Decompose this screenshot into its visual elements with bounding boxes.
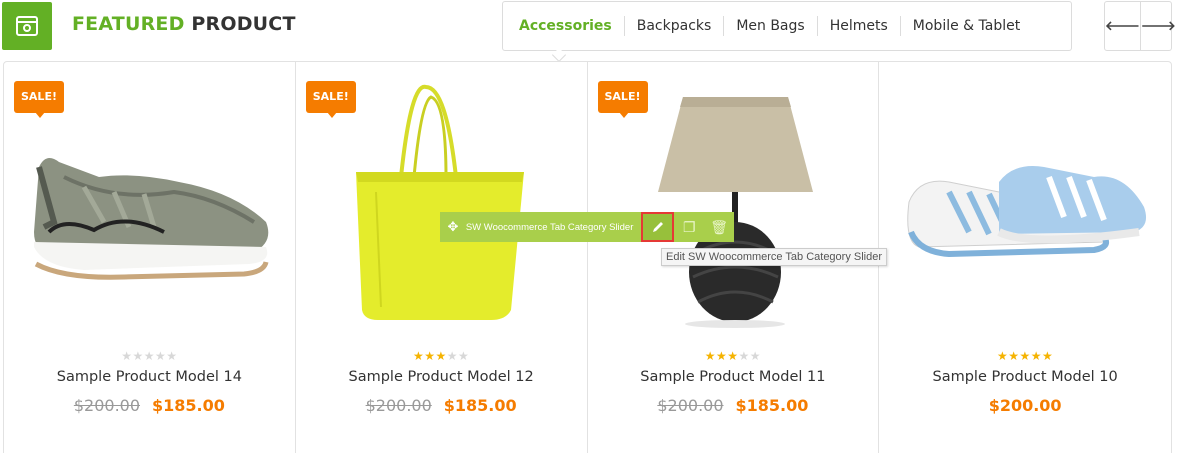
browser-window-icon (2, 2, 52, 50)
tab-men-bags[interactable]: Men Bags (723, 16, 816, 36)
trash-icon[interactable]: 🗑 (704, 219, 734, 236)
product-image-sneakers[interactable] (879, 82, 1171, 332)
old-price: $200.00 (73, 396, 141, 415)
arrow-right-icon[interactable]: 🡒 (1141, 2, 1176, 50)
old-price: $200.00 (365, 396, 432, 415)
product-name[interactable]: Sample Product Model 12 (296, 369, 587, 385)
sale-price: $185.00 (443, 396, 517, 415)
edit-pencil-icon[interactable] (640, 212, 675, 242)
title-highlight: FEATURED (72, 13, 185, 35)
product-price: $200.00 $185.00 (4, 396, 295, 415)
sale-badge: SALE! (597, 81, 648, 118)
product-price: $200.00 $185.00 (296, 396, 587, 415)
rating-stars: ★★★★★ (996, 349, 1054, 363)
element-label[interactable]: SW Woocommerce Tab Category Slider (466, 222, 641, 233)
sale-badge: SALE! (14, 81, 64, 118)
tab-backpacks[interactable]: Backpacks (623, 16, 724, 36)
tab-accessories[interactable]: Accessories (507, 16, 624, 36)
product-price: $200.00 (879, 396, 1171, 415)
product-card[interactable]: ★★★★★ Sample Product Model 14 $200.00 $18… (4, 62, 296, 453)
price: $200.00 (988, 396, 1062, 415)
element-edit-toolbar: ✥ SW Woocommerce Tab Category Slider ❐ 🗑 (440, 212, 734, 242)
product-card[interactable]: ★★★★★ Sample Product Model 12 $200.00 $18… (296, 62, 588, 453)
product-grid: ★★★★★ Sample Product Model 14 $200.00 $18… (3, 61, 1172, 453)
sale-price: $185.00 (152, 396, 225, 415)
clone-icon[interactable]: ❐ (674, 219, 704, 236)
product-name[interactable]: Sample Product Model 14 (4, 369, 295, 385)
title-rest: PRODUCT (191, 13, 296, 35)
product-image-lamp[interactable] (588, 82, 880, 332)
tab-helmets[interactable]: Helmets (816, 16, 900, 36)
product-name[interactable]: Sample Product Model 10 (879, 369, 1171, 385)
section-title: FEATURED PRODUCT (72, 13, 296, 35)
rating-stars: ★★★★★ (121, 349, 178, 363)
product-card[interactable]: ★★★★★ Sample Product Model 10 $200.00 (879, 62, 1171, 453)
sale-badge: SALE! (305, 81, 356, 118)
tab-mobile-tablet[interactable]: Mobile & Tablet (899, 16, 1032, 36)
arrow-left-icon[interactable]: 🡐 (1105, 2, 1141, 50)
product-image-sneaker[interactable] (4, 82, 296, 332)
product-price: $200.00 $185.00 (588, 396, 879, 415)
product-name[interactable]: Sample Product Model 11 (588, 369, 879, 385)
rating-stars: ★★★★★ (412, 349, 470, 363)
old-price: $200.00 (657, 396, 724, 415)
rating-stars: ★★★★★ (704, 349, 762, 363)
category-tabs: Accessories Backpacks Men Bags Helmets M… (502, 1, 1072, 51)
sale-price: $185.00 (735, 396, 809, 415)
product-image-tote-bag[interactable] (296, 82, 588, 332)
slider-nav: 🡐 🡒 (1104, 1, 1176, 51)
edit-tooltip: Edit SW Woocommerce Tab Category Slider (661, 248, 888, 266)
move-icon[interactable]: ✥ (440, 219, 466, 235)
